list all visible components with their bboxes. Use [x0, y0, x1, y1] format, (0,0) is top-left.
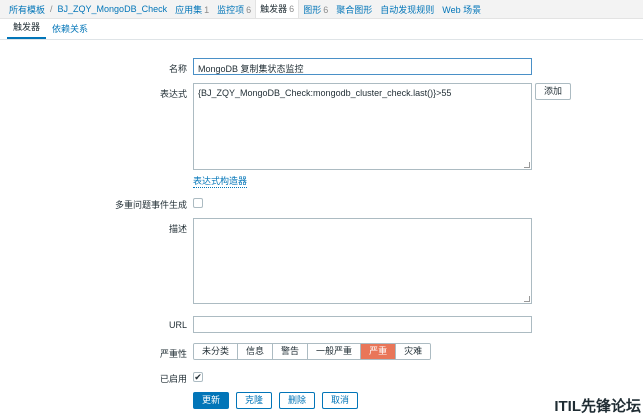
delete-button[interactable]: 删除 — [279, 392, 316, 409]
resize-handle-icon[interactable] — [524, 162, 530, 168]
resize-handle-icon[interactable] — [524, 296, 530, 302]
multiple-events-checkbox[interactable] — [193, 198, 203, 208]
name-input[interactable]: MongoDB 复制集状态监控 — [193, 58, 532, 75]
form-tabs: 触发器 依赖关系 — [0, 19, 643, 40]
cancel-button[interactable]: 取消 — [322, 392, 359, 409]
severity-not-classified[interactable]: 未分类 — [194, 344, 239, 359]
breadcrumb-template[interactable]: BJ_ZQY_MongoDB_Check — [54, 4, 172, 14]
nav-graphs[interactable]: 图形 6 — [299, 3, 332, 16]
form-actions: 更新 克隆 删除 取消 — [193, 392, 359, 409]
severity-selector: 未分类 信息 警告 一般严重 严重 灾难 — [193, 343, 432, 360]
update-button[interactable]: 更新 — [193, 392, 230, 409]
url-label: URL — [168, 320, 187, 330]
name-label: 名称 — [168, 64, 187, 74]
severity-label: 严重性 — [159, 349, 187, 359]
add-button[interactable]: 添加 — [535, 83, 571, 100]
expression-builder-link[interactable]: 表达式构造器 — [193, 174, 248, 188]
nav-items[interactable]: 监控项 6 — [213, 3, 255, 16]
nav-discovery[interactable]: 自动发现规则 — [376, 3, 438, 16]
enabled-label: 已启用 — [159, 374, 187, 384]
enabled-checkbox[interactable]: ✔ — [193, 372, 203, 382]
description-textarea[interactable] — [193, 218, 532, 304]
nav-applications[interactable]: 应用集 1 — [171, 3, 213, 16]
tab-dependencies[interactable]: 依赖关系 — [46, 22, 94, 39]
severity-information[interactable]: 信息 — [238, 344, 274, 359]
clone-button[interactable]: 克隆 — [236, 392, 273, 409]
nav-screens[interactable]: 聚合图形 — [332, 3, 376, 16]
trigger-form: 名称 MongoDB 复制集状态监控 表达式 {BJ_ZQY_MongoDB_C… — [0, 40, 643, 417]
watermark-text: ITIL先锋论坛 — [554, 398, 641, 415]
expression-text: {BJ_ZQY_MongoDB_Check:mongodb_cluster_ch… — [198, 88, 452, 98]
nav-triggers[interactable]: 触发器 6 — [255, 0, 300, 18]
severity-warning[interactable]: 警告 — [273, 344, 309, 359]
multiple-events-label: 多重问题事件生成 — [114, 200, 187, 210]
severity-average[interactable]: 一般严重 — [308, 344, 362, 359]
url-input[interactable] — [193, 316, 532, 333]
severity-disaster[interactable]: 灾难 — [396, 344, 431, 359]
expression-textarea[interactable]: {BJ_ZQY_MongoDB_Check:mongodb_cluster_ch… — [193, 83, 532, 170]
nav-web[interactable]: Web 场景 — [438, 3, 485, 16]
description-label: 描述 — [168, 224, 187, 234]
tab-trigger[interactable]: 触发器 — [7, 20, 47, 39]
expression-label: 表达式 — [159, 89, 187, 99]
breadcrumb: 所有模板 / BJ_ZQY_MongoDB_Check 应用集 1 监控项 6 触发… — [0, 0, 643, 19]
breadcrumb-all-templates[interactable]: 所有模板 — [5, 3, 49, 16]
severity-high[interactable]: 严重 — [361, 344, 397, 359]
